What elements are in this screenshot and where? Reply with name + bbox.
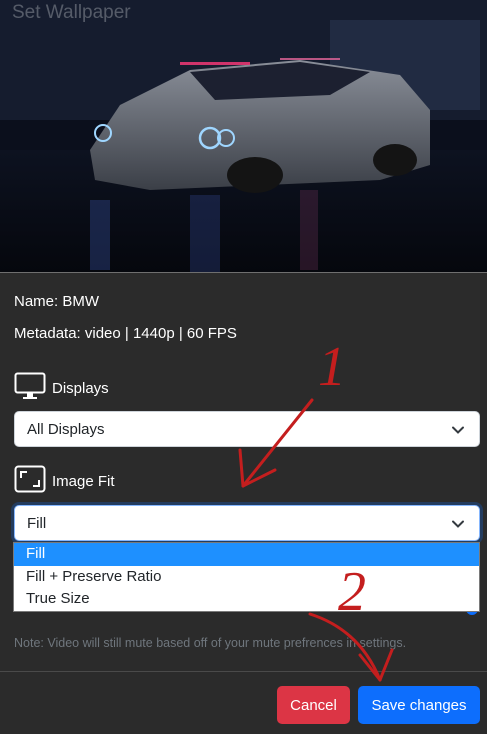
footer-divider <box>0 671 487 672</box>
image-fit-heading: Image Fit <box>14 465 115 497</box>
wallpaper-name: Name: BMW <box>14 293 100 310</box>
option-fill-preserve-ratio[interactable]: Fill + Preserve Ratio <box>14 566 479 589</box>
option-true-size[interactable]: True Size <box>14 588 479 611</box>
monitor-icon <box>14 372 46 404</box>
cancel-button[interactable]: Cancel <box>277 686 350 724</box>
image-fit-label: Image Fit <box>52 472 115 490</box>
image-fit-options: Fill Fill + Preserve Ratio True Size <box>13 542 480 612</box>
wallpaper-metadata: Metadata: video | 1440p | 60 FPS <box>14 325 237 342</box>
annotation-arrowhead-2 <box>358 648 394 682</box>
option-fill[interactable]: Fill <box>14 543 479 566</box>
mute-note: Note: Video will still mute based off of… <box>14 636 407 650</box>
fullscreen-corners-icon <box>14 465 46 497</box>
displays-selected-value: All Displays <box>27 420 105 438</box>
displays-heading: Displays <box>14 372 109 404</box>
chevron-down-icon <box>451 423 465 441</box>
wallpaper-preview <box>0 0 487 272</box>
displays-label: Displays <box>52 379 109 397</box>
image-fit-select[interactable]: Fill <box>14 505 480 541</box>
annotation-step-1: 1 <box>318 336 346 398</box>
chevron-down-icon <box>451 517 465 535</box>
dialog-title: Set Wallpaper <box>12 2 131 23</box>
annotation-arrowhead-1 <box>238 448 277 488</box>
image-fit-selected-value: Fill <box>27 514 47 532</box>
displays-select[interactable]: All Displays <box>14 411 480 447</box>
preview-divider <box>0 272 487 273</box>
save-button[interactable]: Save changes <box>358 686 480 724</box>
